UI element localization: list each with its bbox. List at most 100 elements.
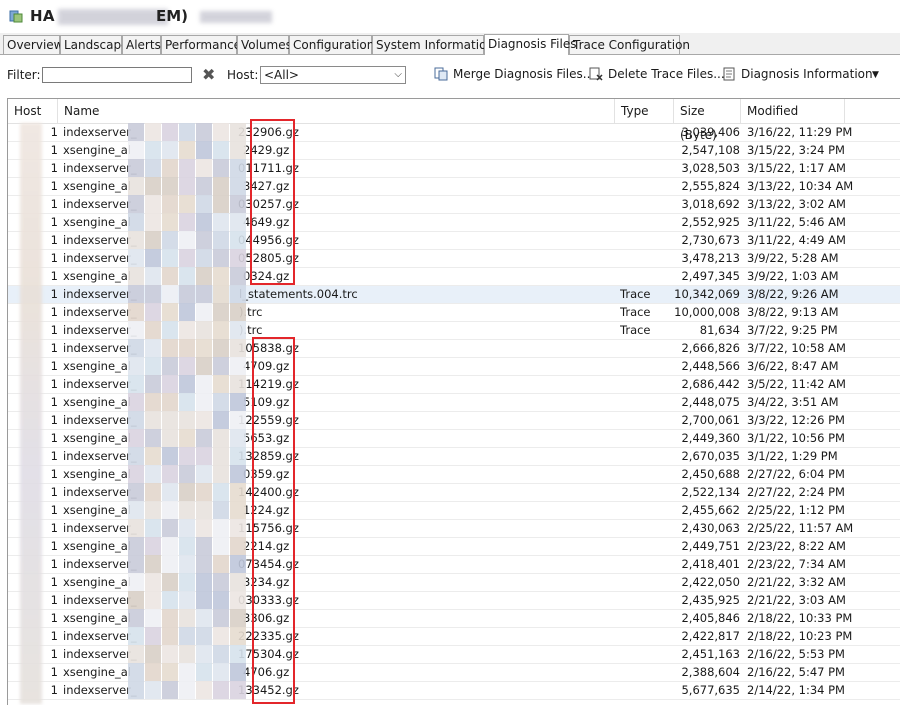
redaction-pixel — [179, 285, 195, 303]
redacted-host-column — [20, 123, 42, 704]
type-cell — [620, 196, 674, 213]
redaction-pixel — [162, 447, 178, 465]
modified-cell: 3/7/22, 9:25 PM — [747, 323, 838, 337]
tab-alerts[interactable]: Alerts — [122, 35, 161, 54]
redaction-pixel — [179, 195, 195, 213]
redaction-pixel — [213, 501, 229, 519]
diagnosis-information-button[interactable]: Diagnosis Information — [722, 66, 873, 84]
redaction-pixel — [162, 645, 178, 663]
type-cell — [620, 430, 674, 447]
file-name-prefix: indexserver_ — [63, 161, 137, 175]
redaction-pixel — [196, 357, 212, 375]
redaction-pixel — [213, 663, 229, 681]
redaction-pixel — [196, 303, 212, 321]
view-menu-dropdown-icon[interactable]: ▼ — [872, 70, 879, 80]
redaction-pixel — [128, 177, 144, 195]
modified-cell: 2/27/22, 6:04 PM — [747, 467, 845, 481]
redaction-pixel — [128, 195, 144, 213]
file-name-suffix: 105838.gz — [238, 341, 299, 355]
type-cell — [620, 160, 674, 177]
type-cell — [620, 646, 674, 663]
modified-cell: 3/8/22, 9:26 AM — [747, 287, 839, 301]
redaction-pixel — [196, 231, 212, 249]
redaction-pixel — [179, 303, 195, 321]
file-name-prefix: xsengine_al — [63, 665, 132, 679]
modified-cell: 2/25/22, 11:57 AM — [747, 521, 854, 535]
tab-volumes[interactable]: Volumes — [237, 35, 292, 54]
modified-cell: 2/16/22, 5:47 PM — [747, 665, 845, 679]
file-name-suffix: 030333.gz — [238, 593, 299, 607]
redaction-pixel — [213, 681, 229, 699]
redaction-pixel — [128, 393, 144, 411]
merge-files-icon — [434, 67, 448, 81]
redaction-pixel — [230, 645, 246, 663]
redaction-pixel — [145, 411, 161, 429]
type-cell — [620, 682, 674, 699]
tab-overview[interactable]: Overview — [3, 35, 64, 54]
tab-diagnosis-files[interactable]: Diagnosis Files — [484, 34, 576, 55]
redaction-pixel — [162, 231, 178, 249]
redaction-pixel — [196, 177, 212, 195]
file-name-prefix: indexserver_ — [63, 485, 137, 499]
column-header-host[interactable]: Host — [8, 99, 58, 123]
redaction-pixel — [145, 537, 161, 555]
merge-diagnosis-files-label: Merge Diagnosis Files... — [453, 67, 595, 81]
file-name-prefix: indexserver_ — [63, 683, 137, 697]
delete-trace-files-button[interactable]: Delete Trace Files... — [589, 66, 725, 84]
type-cell — [620, 232, 674, 249]
host-select[interactable]: <All> ⌵ — [260, 66, 406, 84]
redaction-pixel — [145, 177, 161, 195]
redaction-pixel — [128, 285, 144, 303]
modified-cell: 2/16/22, 5:53 PM — [747, 647, 845, 661]
tab-configuration[interactable]: Configuration — [289, 35, 374, 54]
redaction-pixel — [213, 357, 229, 375]
size-cell: 2,450,688 — [681, 467, 740, 481]
redaction-pixel — [145, 483, 161, 501]
file-name-prefix: indexserver_ — [63, 413, 137, 427]
modified-cell: 3/9/22, 5:28 AM — [747, 251, 839, 265]
tab-landscape[interactable]: Landscape — [60, 35, 128, 54]
close-icon[interactable]: ✖ — [202, 65, 215, 84]
redaction-pixel — [213, 393, 229, 411]
redaction-pixel — [179, 321, 195, 339]
size-cell: 10,000,008 — [674, 305, 740, 319]
size-cell: 2,522,134 — [681, 485, 740, 499]
file-name-prefix: xsengine_al — [63, 359, 132, 373]
modified-cell: 2/23/22, 8:22 AM — [747, 539, 846, 553]
tab-system-information[interactable]: System Information — [372, 35, 494, 54]
file-name-suffix: 3234.gz — [243, 575, 290, 589]
delete-trace-files-label: Delete Trace Files... — [608, 67, 725, 81]
redaction-pixel — [196, 339, 212, 357]
tab-performance[interactable]: Performance — [161, 35, 241, 54]
file-name-suffix: 114219.gz — [238, 377, 299, 391]
redaction-pixel — [162, 159, 178, 177]
type-cell — [620, 340, 674, 357]
column-header-modified[interactable]: Modified ⌄ — [741, 99, 845, 123]
redaction-pixel — [128, 123, 144, 141]
column-header-size[interactable]: Size (Byte) — [674, 99, 741, 142]
redaction-pixel — [162, 249, 178, 267]
redaction-pixel — [213, 375, 229, 393]
column-header-name[interactable]: Name — [58, 99, 615, 123]
redaction-pixel — [230, 447, 246, 465]
size-cell: 2,448,566 — [681, 359, 740, 373]
file-name-suffix: 175304.gz — [238, 647, 299, 661]
redaction-pixel — [230, 231, 246, 249]
file-name-suffix: 142400.gz — [238, 485, 299, 499]
tab-trace-configuration[interactable]: Trace Configuration — [569, 35, 690, 54]
column-header-type[interactable]: Type — [615, 99, 674, 123]
redaction-pixel — [128, 501, 144, 519]
redaction-pixel — [179, 411, 195, 429]
modified-cell: 3/3/22, 12:26 PM — [747, 413, 845, 427]
redaction-pixel — [162, 123, 178, 141]
redaction-pixel — [230, 573, 246, 591]
type-cell — [620, 124, 674, 141]
host-select-value: <All> — [264, 68, 299, 82]
filter-input[interactable] — [42, 67, 192, 83]
redaction-pixel — [145, 195, 161, 213]
redaction-pixel — [162, 177, 178, 195]
type-cell — [620, 556, 674, 573]
type-cell — [620, 268, 674, 285]
redaction-pixel — [162, 393, 178, 411]
merge-diagnosis-files-button[interactable]: Merge Diagnosis Files... — [434, 66, 594, 84]
